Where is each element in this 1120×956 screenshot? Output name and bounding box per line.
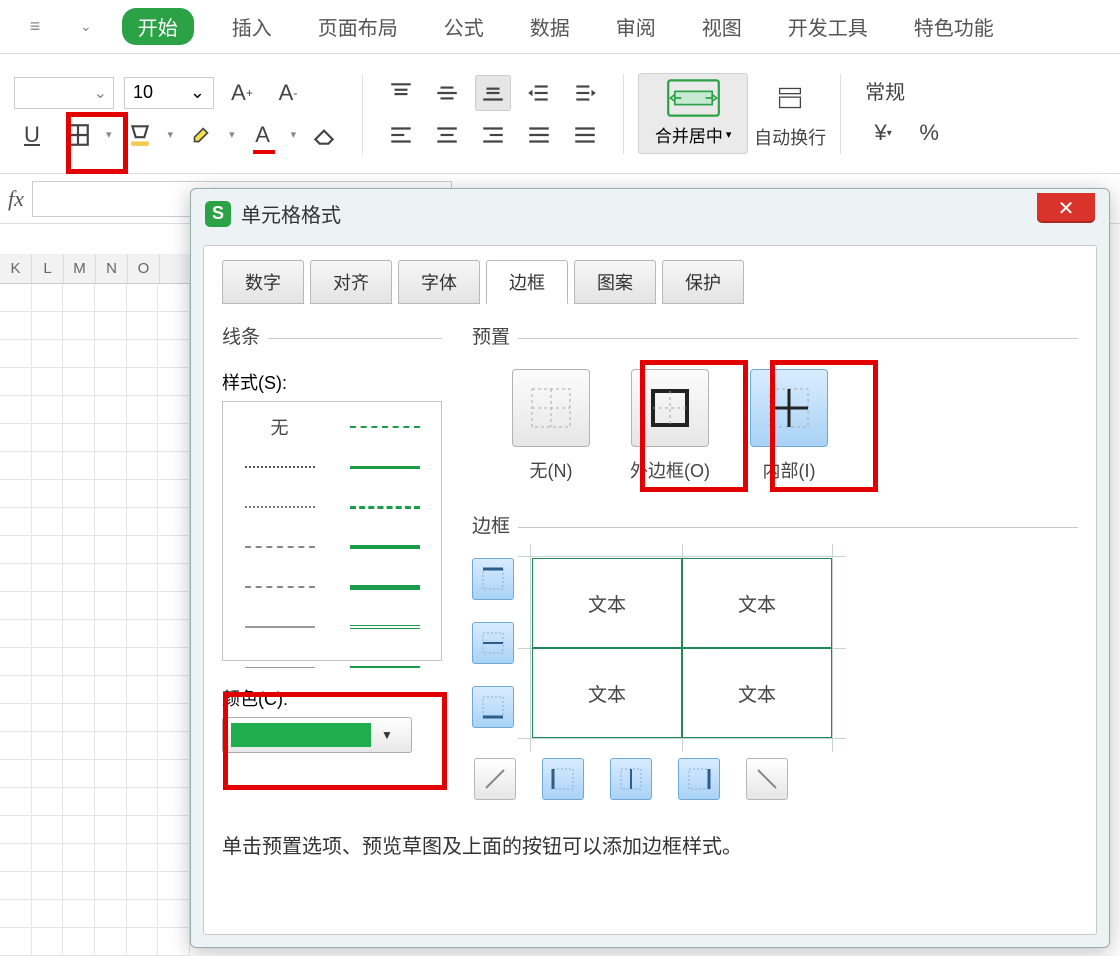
highlight-inner-preset xyxy=(770,360,878,492)
wps-logo-icon: S xyxy=(205,201,231,227)
border-top-button[interactable] xyxy=(472,558,514,600)
style-label: 样式(S): xyxy=(222,369,442,395)
preset-section-label: 预置 xyxy=(472,322,510,349)
highlight-outline-preset xyxy=(640,360,748,492)
border-section-label: 边框 xyxy=(472,511,510,538)
fx-label: fx xyxy=(8,186,24,212)
menu-tab-视图[interactable]: 视图 xyxy=(694,10,750,43)
preview-cell: 文本 xyxy=(532,648,682,738)
align-middle-icon[interactable] xyxy=(429,75,465,111)
justify-icon[interactable] xyxy=(521,117,557,153)
preview-cell: 文本 xyxy=(682,558,832,648)
align-left-icon[interactable] xyxy=(383,117,419,153)
decrease-font-icon[interactable]: A- xyxy=(270,75,306,111)
dialog-tab-数字[interactable]: 数字 xyxy=(222,260,304,304)
sheet-grid[interactable]: KLMNO xyxy=(0,254,190,946)
menu-tab-数据[interactable]: 数据 xyxy=(522,10,578,43)
close-button[interactable]: ✕ xyxy=(1037,193,1095,223)
column-header[interactable]: L xyxy=(32,254,64,283)
border-diag-up-button[interactable] xyxy=(474,758,516,800)
align-right-icon[interactable] xyxy=(475,117,511,153)
eraser-icon[interactable] xyxy=(306,117,342,153)
align-top-icon[interactable] xyxy=(383,75,419,111)
preview-cell: 文本 xyxy=(532,558,682,648)
dialog-tab-字体[interactable]: 字体 xyxy=(398,260,480,304)
menu-tab-插入[interactable]: 插入 xyxy=(224,10,280,43)
menu-tab-开发工具[interactable]: 开发工具 xyxy=(780,10,876,43)
ribbon-toolbar: ⌄ 10⌄ A+ A- U ▾ ▾ ▾ A ▾ xyxy=(0,54,1120,174)
percent-icon[interactable]: % xyxy=(911,115,947,151)
merge-center-button[interactable]: 合并居中▾ xyxy=(638,73,748,154)
line-section-label: 线条 xyxy=(222,322,260,349)
dialog-tab-图案[interactable]: 图案 xyxy=(574,260,656,304)
menu-bar: ≡ ⌄ 开始 插入 页面布局 公式 数据 审阅 视图 开发工具 特色功能 xyxy=(0,0,1120,54)
qat-dropdown-icon[interactable]: ⌄ xyxy=(80,18,92,35)
preview-cell: 文本 xyxy=(682,648,832,738)
wrap-text-label[interactable]: 自动换行 xyxy=(754,124,826,150)
column-header[interactable]: K xyxy=(0,254,32,283)
cell-format-dialog: S 单元格格式 ✕ 数字对齐字体边框图案保护 线条 样式(S): 无 xyxy=(190,188,1110,948)
underline-icon[interactable]: U xyxy=(14,117,50,153)
increase-font-icon[interactable]: A+ xyxy=(224,75,260,111)
border-preview[interactable]: 文本 文本 文本 文本 xyxy=(532,558,832,738)
border-hmid-button[interactable] xyxy=(472,622,514,664)
highlight-color-select xyxy=(223,692,447,790)
column-header[interactable]: O xyxy=(128,254,160,283)
distribute-icon[interactable] xyxy=(567,117,603,153)
menu-tab-开始[interactable]: 开始 xyxy=(122,8,194,45)
column-header[interactable]: M xyxy=(64,254,96,283)
number-format-select[interactable]: 常规 xyxy=(865,76,947,105)
increase-indent-icon[interactable] xyxy=(567,75,603,111)
highlight-icon[interactable] xyxy=(183,117,219,153)
decrease-indent-icon[interactable] xyxy=(521,75,557,111)
menu-tab-公式[interactable]: 公式 xyxy=(436,10,492,43)
menu-tab-页面布局[interactable]: 页面布局 xyxy=(310,10,406,43)
preset-none-button[interactable] xyxy=(512,369,590,447)
border-bottom-button[interactable] xyxy=(472,686,514,728)
font-color-icon[interactable]: A xyxy=(245,117,281,153)
currency-icon[interactable]: ¥▾ xyxy=(865,115,901,151)
preset-label: 无(N) xyxy=(530,457,573,483)
border-diag-down-button[interactable] xyxy=(746,758,788,800)
border-left-button[interactable] xyxy=(542,758,584,800)
dialog-tab-边框[interactable]: 边框 xyxy=(486,260,568,304)
line-style-picker[interactable]: 无 xyxy=(222,401,442,661)
font-family-select[interactable]: ⌄ xyxy=(14,77,114,109)
dialog-title: 单元格格式 xyxy=(241,199,341,228)
border-right-button[interactable] xyxy=(678,758,720,800)
column-header[interactable]: N xyxy=(96,254,128,283)
align-bottom-icon[interactable] xyxy=(475,75,511,111)
menu-tab-特色功能[interactable]: 特色功能 xyxy=(906,10,1002,43)
dialog-tab-对齐[interactable]: 对齐 xyxy=(310,260,392,304)
font-size-select[interactable]: 10⌄ xyxy=(124,77,214,109)
app-menu-icon[interactable]: ≡ xyxy=(20,12,50,42)
dialog-tab-保护[interactable]: 保护 xyxy=(662,260,744,304)
menu-tab-审阅[interactable]: 审阅 xyxy=(608,10,664,43)
wrap-text-icon[interactable] xyxy=(770,78,810,118)
highlight-border-button xyxy=(66,112,128,174)
align-center-icon[interactable] xyxy=(429,117,465,153)
hint-text: 单击预置选项、预览草图及上面的按钮可以添加边框样式。 xyxy=(222,830,1078,859)
border-vmid-button[interactable] xyxy=(610,758,652,800)
